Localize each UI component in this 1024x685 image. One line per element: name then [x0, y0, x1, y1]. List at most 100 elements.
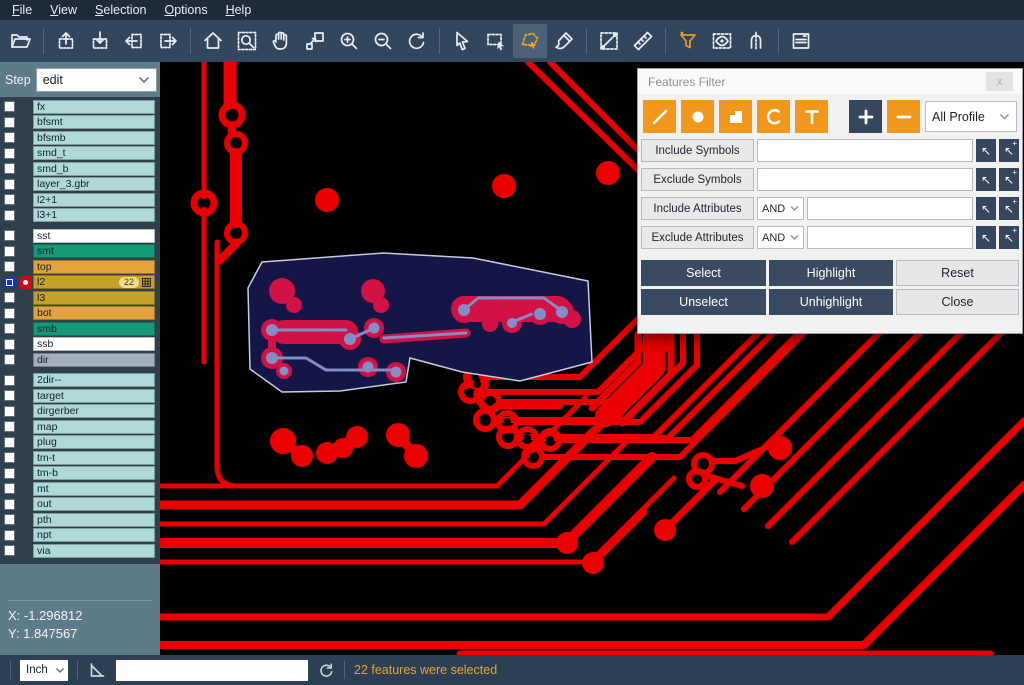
- layer-ssb[interactable]: ssb: [33, 337, 155, 351]
- layer-smd_b[interactable]: smd_b: [33, 162, 155, 176]
- layer-visibility-checkbox-2dir--[interactable]: [4, 375, 15, 386]
- send-left-icon[interactable]: [117, 24, 151, 58]
- open-icon[interactable]: [4, 24, 38, 58]
- layer-visibility-checkbox-l3[interactable]: [4, 292, 15, 303]
- layer-plug[interactable]: plug: [33, 435, 155, 449]
- layer-visibility-checkbox-top[interactable]: [4, 261, 15, 272]
- filter-arc-button[interactable]: [757, 100, 790, 133]
- layer-visibility-checkbox-smd_b[interactable]: [4, 163, 15, 174]
- layer-visibility-checkbox-mt[interactable]: [4, 483, 15, 494]
- layer-visibility-checkbox-plug[interactable]: [4, 437, 15, 448]
- layer-bfsmb[interactable]: bfsmb: [33, 131, 155, 145]
- send-right-icon[interactable]: [151, 24, 185, 58]
- exclude-attributes-input[interactable]: [807, 226, 973, 249]
- dialog-title-bar[interactable]: Features Filter x: [638, 69, 1022, 94]
- active-layer-indicator[interactable]: [19, 276, 32, 289]
- features-filter-icon[interactable]: [671, 24, 705, 58]
- clear-brush-icon[interactable]: [547, 24, 581, 58]
- layer-l2+1[interactable]: l2+1: [33, 193, 155, 207]
- filter-surface-button[interactable]: [719, 100, 752, 133]
- layer-visibility-checkbox-sst[interactable]: [4, 230, 15, 241]
- menu-view[interactable]: View: [42, 1, 87, 19]
- include-attributes-operator-select[interactable]: AND: [757, 197, 804, 220]
- layer-visibility-checkbox-dirgerber[interactable]: [4, 406, 15, 417]
- layer-visibility-checkbox-tm-t[interactable]: [4, 452, 15, 463]
- layer-visibility-checkbox-pth[interactable]: [4, 514, 15, 525]
- menu-file[interactable]: File: [4, 1, 42, 19]
- include-symbols-button[interactable]: Include Symbols: [641, 139, 754, 162]
- layer-smb[interactable]: smb: [33, 322, 155, 336]
- layer-visibility-checkbox-smd_t[interactable]: [4, 148, 15, 159]
- pick-attribute-add-icon[interactable]: ↖+: [999, 197, 1019, 220]
- send-down-icon[interactable]: [83, 24, 117, 58]
- layer-smd_t[interactable]: smd_t: [33, 146, 155, 160]
- select-rectangle-icon[interactable]: [479, 24, 513, 58]
- layer-layer_3.gbr[interactable]: layer_3.gbr: [33, 177, 155, 191]
- layer-fx[interactable]: fx: [33, 100, 155, 114]
- step-select[interactable]: edit: [36, 68, 157, 92]
- measure-diagonal-icon[interactable]: [592, 24, 626, 58]
- unselect-button[interactable]: Unselect: [641, 289, 766, 315]
- layers-panel-icon[interactable]: [784, 24, 818, 58]
- layer-visibility-checkbox-smt[interactable]: [4, 246, 15, 257]
- layer-dirgerber[interactable]: dirgerber: [33, 404, 155, 418]
- layer-l2[interactable]: l222: [33, 275, 155, 289]
- filter-pad-button[interactable]: [681, 100, 714, 133]
- select-button[interactable]: Select: [641, 260, 766, 286]
- highlight-button[interactable]: Highlight: [769, 260, 893, 286]
- select-pointer-icon[interactable]: [445, 24, 479, 58]
- include-attributes-input[interactable]: [807, 197, 973, 220]
- layer-visibility-checkbox-npt[interactable]: [4, 530, 15, 541]
- filter-positive-button[interactable]: [849, 100, 882, 133]
- menu-options[interactable]: Options: [156, 1, 217, 19]
- layer-visibility-checkbox-l3+1[interactable]: [4, 210, 15, 221]
- layer-visibility-checkbox-l2[interactable]: [4, 277, 15, 288]
- menu-help[interactable]: Help: [218, 1, 262, 19]
- snap-icon[interactable]: [739, 24, 773, 58]
- layer-visibility-checkbox-dir[interactable]: [4, 354, 15, 365]
- layer-visibility-checkbox-l2+1[interactable]: [4, 194, 15, 205]
- command-input[interactable]: [116, 660, 308, 681]
- include-symbols-input[interactable]: [757, 139, 973, 162]
- layer-pth[interactable]: pth: [33, 513, 155, 527]
- layer-top[interactable]: top: [33, 260, 155, 274]
- select-polygon-icon[interactable]: [513, 24, 547, 58]
- layer-2dir--[interactable]: 2dir--: [33, 373, 155, 387]
- zoom-select-icon[interactable]: [230, 24, 264, 58]
- profile-select[interactable]: All Profile: [925, 101, 1017, 132]
- close-icon[interactable]: x: [986, 72, 1013, 91]
- close-button[interactable]: Close: [896, 289, 1019, 315]
- layer-visibility-checkbox-bot[interactable]: [4, 308, 15, 319]
- layer-visibility-checkbox-layer_3.gbr[interactable]: [4, 179, 15, 190]
- pick-attribute-add-icon[interactable]: ↖+: [999, 226, 1019, 249]
- unhighlight-button[interactable]: Unhighlight: [769, 289, 893, 315]
- layer-bot[interactable]: bot: [33, 306, 155, 320]
- layer-visibility-checkbox-fx[interactable]: [4, 101, 15, 112]
- layer-visibility-checkbox-via[interactable]: [4, 545, 15, 556]
- zoom-window-icon[interactable]: [298, 24, 332, 58]
- pick-symbol-icon[interactable]: ↖: [976, 168, 996, 191]
- layer-visibility-checkbox-map[interactable]: [4, 421, 15, 432]
- layer-smt[interactable]: smt: [33, 244, 155, 258]
- pick-attribute-icon[interactable]: ↖: [976, 197, 996, 220]
- view-options-icon[interactable]: [705, 24, 739, 58]
- zoom-previous-icon[interactable]: [400, 24, 434, 58]
- exclude-attributes-button[interactable]: Exclude Attributes: [641, 226, 754, 249]
- pick-attribute-icon[interactable]: ↖: [976, 226, 996, 249]
- exclude-symbols-button[interactable]: Exclude Symbols: [641, 168, 754, 191]
- exclude-symbols-input[interactable]: [757, 168, 973, 191]
- layer-dir[interactable]: dir: [33, 353, 155, 367]
- filter-line-button[interactable]: [643, 100, 676, 133]
- zoom-out-icon[interactable]: [366, 24, 400, 58]
- pick-symbol-icon[interactable]: ↖: [976, 139, 996, 162]
- exclude-attributes-operator-select[interactable]: AND: [757, 226, 804, 249]
- layer-map[interactable]: map: [33, 420, 155, 434]
- reset-button[interactable]: Reset: [896, 260, 1019, 286]
- layer-visibility-checkbox-target[interactable]: [4, 390, 15, 401]
- layer-target[interactable]: target: [33, 389, 155, 403]
- layer-bfsmt[interactable]: bfsmt: [33, 115, 155, 129]
- layer-via[interactable]: via: [33, 544, 155, 558]
- pick-symbol-add-icon[interactable]: ↖+: [999, 139, 1019, 162]
- layer-visibility-checkbox-bfsmt[interactable]: [4, 117, 15, 128]
- layer-tm-b[interactable]: tm-b: [33, 466, 155, 480]
